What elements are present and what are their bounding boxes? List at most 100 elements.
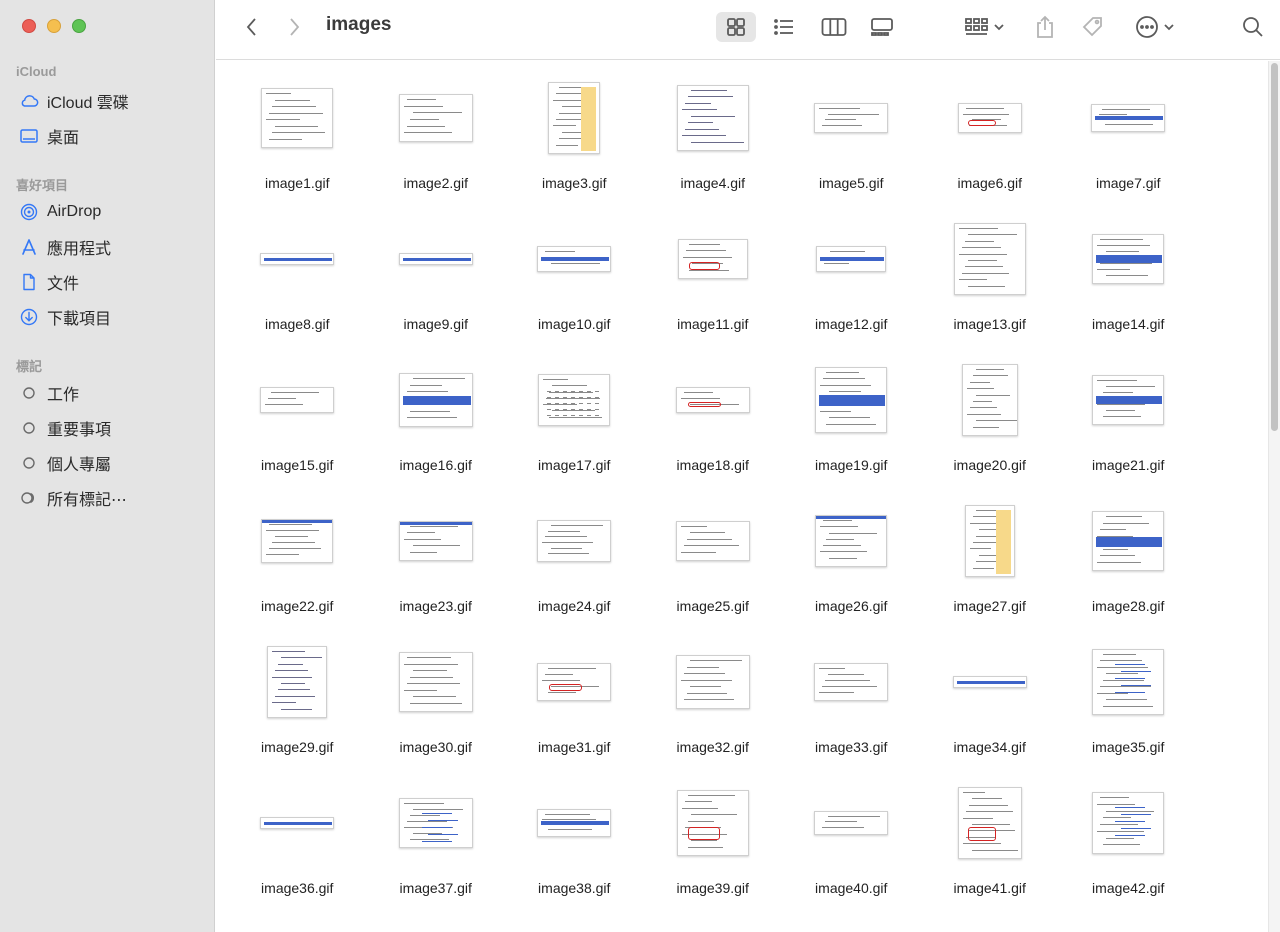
file-name: image2.gif <box>403 175 469 191</box>
more-actions-button[interactable] <box>1130 12 1180 42</box>
file-item[interactable]: image40.gif <box>782 780 921 921</box>
sidebar-item-desktop[interactable]: 桌面 <box>18 121 208 151</box>
tag-circle-icon <box>18 417 40 439</box>
file-thumbnail-container <box>367 79 506 157</box>
file-item[interactable]: image9.gif <box>367 216 506 357</box>
file-item[interactable]: image18.gif <box>644 357 783 498</box>
file-name: image36.gif <box>261 880 334 896</box>
desktop-icon <box>18 125 40 147</box>
sidebar-item-all-tags[interactable]: 所有標記⋯ <box>18 483 208 513</box>
sidebar-item-applications[interactable]: 應用程式 <box>18 232 208 262</box>
file-item[interactable]: image29.gif <box>228 639 367 780</box>
file-thumbnail <box>964 505 1015 577</box>
file-item[interactable]: image37.gif <box>367 780 506 921</box>
file-item[interactable]: image31.gif <box>505 639 644 780</box>
file-name: image1.gif <box>264 175 330 191</box>
file-thumbnail <box>537 520 612 562</box>
file-item[interactable]: image36.gif <box>228 780 367 921</box>
group-by-button[interactable] <box>960 12 1010 42</box>
tag-button[interactable] <box>1078 12 1108 42</box>
back-button[interactable] <box>240 12 264 42</box>
sidebar-item-airdrop[interactable]: AirDrop <box>18 197 208 227</box>
file-item[interactable]: image28.gif <box>1059 498 1198 639</box>
file-item[interactable]: image4.gif <box>644 75 783 216</box>
file-item[interactable]: image16.gif <box>367 357 506 498</box>
file-name: image23.gif <box>399 598 472 614</box>
vertical-scrollbar[interactable] <box>1268 61 1280 932</box>
file-name: image22.gif <box>261 598 334 614</box>
file-item[interactable]: image10.gif <box>505 216 644 357</box>
file-item[interactable]: image32.gif <box>644 639 783 780</box>
file-item[interactable]: image42.gif <box>1059 780 1198 921</box>
file-item[interactable]: image41.gif <box>921 780 1060 921</box>
file-item[interactable]: image7.gif <box>1059 75 1198 216</box>
close-window-button[interactable] <box>22 19 36 33</box>
file-thumbnail-container <box>228 79 367 157</box>
file-item[interactable]: image26.gif <box>782 498 921 639</box>
file-thumbnail <box>676 790 749 856</box>
file-item[interactable]: image6.gif <box>921 75 1060 216</box>
file-item[interactable]: image14.gif <box>1059 216 1198 357</box>
file-item[interactable]: image13.gif <box>921 216 1060 357</box>
file-item[interactable]: image39.gif <box>644 780 783 921</box>
file-item[interactable]: image15.gif <box>228 357 367 498</box>
file-item[interactable]: image8.gif <box>228 216 367 357</box>
file-item[interactable]: image12.gif <box>782 216 921 357</box>
scrollbar-thumb[interactable] <box>1271 63 1278 431</box>
gallery-view-button[interactable] <box>862 12 902 42</box>
file-item[interactable]: image38.gif <box>505 780 644 921</box>
file-item[interactable]: image23.gif <box>367 498 506 639</box>
file-item[interactable]: image24.gif <box>505 498 644 639</box>
file-item[interactable]: image27.gif <box>921 498 1060 639</box>
chevron-down-icon <box>1164 24 1174 31</box>
sidebar-item-downloads[interactable]: 下載項目 <box>18 302 208 332</box>
file-item[interactable]: image35.gif <box>1059 639 1198 780</box>
zoom-window-button[interactable] <box>72 19 86 33</box>
search-button[interactable] <box>1238 12 1268 42</box>
sidebar-item-label: 重要事項 <box>47 422 112 439</box>
file-thumbnail-container <box>1059 220 1198 298</box>
sidebar-item-tag-work[interactable]: 工作 <box>18 378 208 408</box>
file-item[interactable]: image3.gif <box>505 75 644 216</box>
sidebar-item-label: 下載項目 <box>47 311 112 328</box>
file-thumbnail <box>260 253 335 265</box>
download-icon <box>18 306 40 328</box>
file-item[interactable]: image1.gif <box>228 75 367 216</box>
file-thumbnail <box>677 239 748 279</box>
file-name: image41.gif <box>953 880 1026 896</box>
sidebar-item-tag-important[interactable]: 重要事項 <box>18 413 208 443</box>
file-thumbnail-container <box>228 220 367 298</box>
sidebar-item-documents[interactable]: 文件 <box>18 267 208 297</box>
file-item[interactable]: image34.gif <box>921 639 1060 780</box>
file-item[interactable]: image30.gif <box>367 639 506 780</box>
list-view-button[interactable] <box>764 12 804 42</box>
file-thumbnail-container <box>505 220 644 298</box>
icon-view-button[interactable] <box>716 12 756 42</box>
file-thumbnail <box>260 817 335 829</box>
group-grid-icon <box>965 18 988 35</box>
file-item[interactable]: image19.gif <box>782 357 921 498</box>
file-thumbnail-container <box>228 643 367 721</box>
file-name: image7.gif <box>1095 175 1161 191</box>
file-item[interactable]: image21.gif <box>1059 357 1198 498</box>
file-name: image26.gif <box>815 598 888 614</box>
sidebar-item-icloud-drive[interactable]: iCloud 雲碟 <box>18 86 208 116</box>
minimize-window-button[interactable] <box>47 19 61 33</box>
tag-icon <box>1082 17 1102 37</box>
sidebar-item-tag-personal[interactable]: 個人專屬 <box>18 448 208 478</box>
file-item[interactable]: image33.gif <box>782 639 921 780</box>
file-thumbnail-container <box>644 502 783 580</box>
file-item[interactable]: image2.gif <box>367 75 506 216</box>
forward-button[interactable] <box>282 12 306 42</box>
file-item[interactable]: image5.gif <box>782 75 921 216</box>
file-item[interactable]: image25.gif <box>644 498 783 639</box>
file-item[interactable]: image22.gif <box>228 498 367 639</box>
file-item[interactable]: image11.gif <box>644 216 783 357</box>
file-thumbnail-container <box>782 79 921 157</box>
share-button[interactable] <box>1030 12 1060 42</box>
file-name: image3.gif <box>541 175 607 191</box>
column-view-button[interactable] <box>814 12 854 42</box>
file-thumbnail-container <box>782 643 921 721</box>
file-item[interactable]: image20.gif <box>921 357 1060 498</box>
file-item[interactable]: image17.gif <box>505 357 644 498</box>
